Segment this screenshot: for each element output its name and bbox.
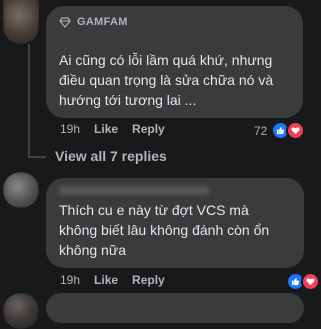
- commenter-avatar[interactable]: [3, 0, 39, 44]
- like-button[interactable]: Like: [94, 122, 118, 136]
- comment-line: không biết lâu không đánh còn ổn: [59, 222, 270, 238]
- comment-actions: 19h Like Reply: [60, 122, 179, 136]
- fan-badge-label: GAMFAM: [77, 16, 128, 28]
- comment-line: điều quan trọng là sửa chữa nó và: [59, 72, 274, 88]
- comment-time[interactable]: 19h: [60, 122, 80, 136]
- comment-text: Ai cũng có lỗi lầm quá khứ, nhưng điều q…: [59, 50, 299, 110]
- commenter-avatar[interactable]: [3, 172, 39, 208]
- blurred-commenter-name: [59, 186, 209, 195]
- reaction-summary[interactable]: 72: [254, 121, 306, 140]
- reply-button[interactable]: Reply: [132, 122, 165, 136]
- comment-line: Ai cũng có lỗi lầm quá khứ, nhưng: [59, 52, 273, 68]
- commenter-avatar[interactable]: [3, 293, 39, 329]
- commenter-header: [59, 186, 209, 195]
- comment-time[interactable]: 19h: [60, 273, 80, 287]
- comment-text: Thích cu e này từ đợt VCS mà không biết …: [59, 200, 299, 260]
- reply-button[interactable]: Reply: [132, 273, 165, 287]
- comment-line: không nữa: [59, 242, 126, 258]
- love-reaction-icon: [301, 272, 320, 291]
- comment-actions: 19h Like Reply: [60, 273, 179, 287]
- reaction-count: 72: [254, 123, 268, 138]
- comment-line: hướng tới tương lai ...: [59, 92, 197, 108]
- reply-thread-connector: [28, 156, 46, 158]
- commenter-header: GAMFAM: [59, 16, 128, 28]
- view-all-replies-link[interactable]: View all 7 replies: [55, 148, 167, 164]
- diamond-badge-icon: [59, 17, 71, 28]
- reply-thread-line: [28, 44, 30, 156]
- reaction-summary[interactable]: [286, 272, 320, 291]
- like-button[interactable]: Like: [94, 273, 118, 287]
- comment-line: Thích cu e này từ đợt VCS mà: [59, 202, 249, 218]
- love-reaction-icon: [286, 121, 306, 140]
- comment-bubble: [46, 293, 304, 323]
